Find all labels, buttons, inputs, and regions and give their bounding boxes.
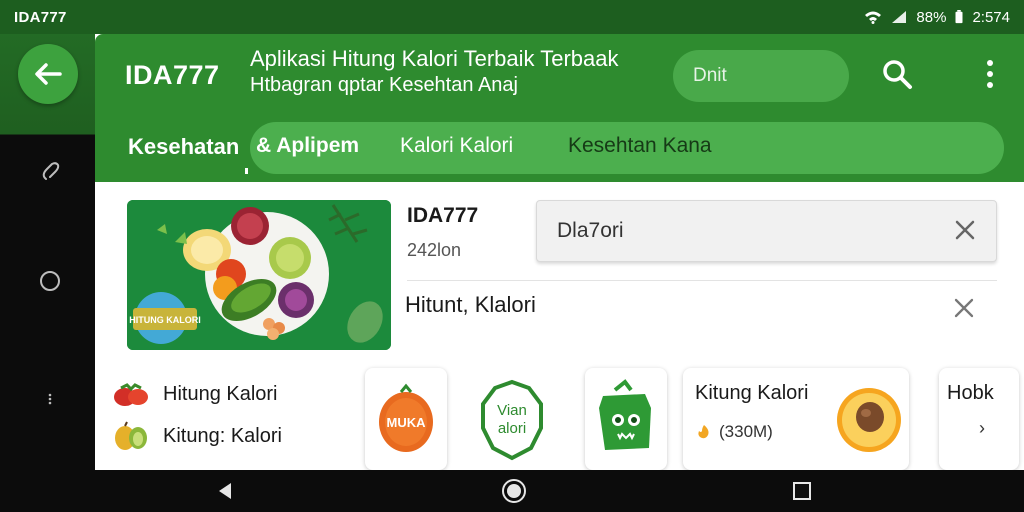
food-plate-illustration: HITUNG KALORI (127, 200, 391, 350)
tab-indicator (245, 168, 248, 174)
app-brand: IDA777 (125, 60, 220, 90)
arrow-left-icon (35, 63, 62, 85)
hero-title: IDA777 (407, 204, 479, 227)
food-card-meta: (330M) (695, 422, 773, 442)
signal-icon (892, 11, 907, 23)
search-input[interactable]: Dnit (673, 50, 849, 102)
triangle-back-icon (219, 483, 231, 499)
overflow-menu-button[interactable] (975, 56, 1005, 92)
status-bar: IDA777 88% 2:574 (0, 0, 1024, 34)
title-line-2: Htbagran qptar Kesehtan Anaj (250, 74, 518, 96)
wifi-icon (865, 11, 882, 24)
fruit-icon (115, 421, 147, 450)
back-button[interactable] (18, 44, 78, 104)
main-content: HITUNG KALORI IDA777 242lon Dla7ori Hitu… (95, 182, 1024, 470)
list-item[interactable]: Hitung Kalori (111, 374, 278, 414)
home-circle-icon (502, 479, 526, 503)
hero-image[interactable]: HITUNG KALORI (127, 200, 391, 350)
battery-icon (955, 10, 963, 24)
more-card-title: Hobk (947, 382, 994, 404)
dot-icon (987, 60, 993, 66)
title-line-1: Aplikasi Hitung Kalori Terbaik Terbaak (250, 46, 619, 71)
face-icon (599, 379, 651, 450)
search-icon (883, 60, 912, 89)
app-screen: IDA777 88% 2:574 IDA777 Aplikasi Hitung … (0, 0, 1024, 512)
clock: 2:574 (972, 8, 1010, 26)
hero-badge-text: HITUNG KALORI (129, 315, 201, 325)
search-button[interactable] (880, 56, 914, 92)
row-label: Hitunt, Klalori (405, 292, 536, 317)
tab-kesehtan-kana[interactable]: Kesehtan Kana (568, 134, 712, 158)
hero-subtitle: 242lon (407, 240, 462, 260)
tab-pill-group: & Aplipem Kalori Kalori Kesehtan Kana (250, 122, 1004, 174)
close-icon[interactable] (952, 217, 978, 243)
tab-aplipem[interactable]: & Aplipem (256, 134, 359, 158)
list-item-label: Kitung: Kalori (163, 424, 282, 447)
app-card[interactable]: MUKA (365, 368, 447, 470)
link-icon[interactable] (37, 160, 63, 186)
system-nav-bar (0, 470, 1024, 512)
calorie-list: Hitung Kalori Kitung: Kalori (111, 368, 365, 470)
app-card[interactable]: Vian alori (471, 368, 553, 470)
card-label: MUKA (387, 415, 427, 430)
list-item-label: Hitung Kalori (163, 382, 278, 405)
nav-home-button[interactable] (501, 478, 527, 504)
square-recents-icon (793, 482, 811, 500)
more-card[interactable]: Hobk › (939, 368, 1019, 470)
app-title: Aplikasi Hitung Kalori Terbaik Terbaak H… (250, 46, 619, 98)
fruit-logo-icon: MUKA (379, 383, 433, 452)
avocado-icon (837, 388, 901, 452)
text-field[interactable]: Dla7ori (536, 200, 997, 262)
tab-strip: Kesehatan & Aplipem Kalori Kalori Keseht… (95, 122, 1024, 182)
card-label: Vian alori (497, 402, 527, 437)
app-card[interactable] (585, 368, 667, 470)
list-item[interactable]: Kitung: Kalori (111, 416, 282, 456)
text-field-value: Dla7ori (557, 219, 624, 242)
food-card-title: Kitung Kalori (695, 382, 809, 404)
dot-icon (987, 71, 993, 77)
food-card-calories: (330M) (719, 422, 773, 441)
dot-icon (987, 82, 993, 88)
dots-vertical-icon[interactable] (37, 386, 63, 412)
flame-icon (698, 425, 709, 439)
app-bar: IDA777 Aplikasi Hitung Kalori Terbaik Te… (95, 34, 1024, 182)
circle-icon[interactable] (37, 268, 63, 294)
carrier-label: IDA777 (14, 8, 67, 26)
battery-percent: 88% (916, 8, 947, 26)
tab-kesehatan[interactable]: Kesehatan (128, 134, 239, 160)
nav-back-button[interactable] (212, 478, 238, 504)
food-card[interactable]: Kitung Kalori (330M) (683, 368, 909, 470)
nav-recents-button[interactable] (789, 478, 815, 504)
chevron-right-icon: › (979, 418, 985, 438)
close-icon[interactable] (951, 295, 977, 321)
tomato-icon (114, 383, 148, 406)
status-icons: 88% 2:574 (864, 9, 1010, 26)
tab-kalori[interactable]: Kalori Kalori (400, 134, 513, 158)
divider (407, 280, 997, 281)
badge-icon: Vian alori (481, 379, 543, 461)
